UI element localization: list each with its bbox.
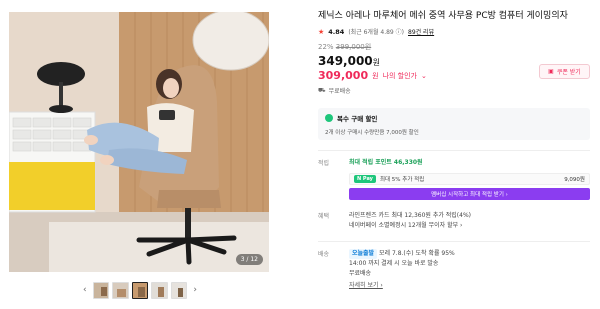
arrival-estimate: 모레 7.8.(수) 도착 확률 95% [379, 250, 455, 257]
thumbnail-2[interactable] [112, 281, 129, 299]
multi-purchase-desc: 2개 이상 구매시 수량만큼 7,000원 할인 [325, 130, 419, 136]
divider [318, 150, 590, 151]
next-thumb-arrow[interactable]: › [190, 285, 200, 295]
benefit-section: 혜택 라인프렌즈 카드 최대 12,360원 추가 적립(4%) 네이버페이 소… [318, 211, 590, 233]
today-ship-badge: 오늘출발 [349, 249, 378, 259]
npay-extra-value: 9,090원 [564, 177, 585, 183]
review-count-link[interactable]: 89건 리뷰 [408, 27, 434, 36]
points-label: 적립 [318, 160, 330, 167]
rating-meta: (최근 6개월 4.89 ⓘ) [348, 29, 404, 36]
npay-extra-bar: N Pay 최대 5% 추가 적립 9,090원 [349, 173, 590, 185]
main-product-image[interactable]: 3 / 12 [9, 12, 269, 272]
free-shipping: ⛟ 무료배송 [318, 86, 590, 96]
membership-cta-button[interactable]: 멤버십 시작하고 최대 적립 받기 › [349, 188, 590, 200]
star-icon: ★ [318, 27, 325, 36]
truck-icon: ⛟ [318, 86, 326, 94]
product-info: 제닉스 아레나 마루체어 메쉬 중역 사무용 PC방 컴퓨터 게이밍의자 ★ 4… [318, 10, 590, 95]
my-price-unit: 원 [372, 71, 379, 80]
thumbnail-5[interactable] [170, 281, 188, 299]
coupon-button[interactable]: ▣ 쿠폰 받기 [539, 64, 590, 79]
divider [318, 241, 590, 242]
card-benefit: 라인프렌즈 카드 최대 12,360원 추가 적립(4%) [349, 212, 472, 219]
npay-badge: N Pay [354, 175, 376, 183]
free-shipping-text: 무료배송 [328, 88, 351, 95]
installment-benefit-link[interactable]: 네이버페이 소멸예정시 12개월 무이자 할부 › [349, 221, 590, 231]
rating-row: ★ 4.84 (최근 6개월 4.89 ⓘ) 89건 리뷰 [318, 27, 590, 37]
image-counter: 3 / 12 [235, 254, 263, 265]
original-price: 399,000원 [335, 43, 372, 51]
sale-price-unit: 원 [372, 58, 381, 67]
benefit-label: 혜택 [318, 213, 330, 220]
prev-thumb-arrow[interactable]: ‹ [80, 285, 90, 295]
multi-purchase-title: 복수 구매 할인 [337, 115, 378, 123]
thumbnail-strip: ‹ › [80, 281, 200, 299]
thumbnail-4[interactable] [151, 281, 168, 299]
discount-icon [325, 114, 333, 122]
product-title: 제닉스 아레나 마루체어 메쉬 중역 사무용 PC방 컴퓨터 게이밍의자 [318, 11, 568, 21]
discount-rate: 22% [318, 43, 334, 51]
delivery-detail-link[interactable]: 자세히 보기 › [349, 281, 590, 291]
ship-cutoff: 14:00 까지 결제 시 오늘 바로 발송 [349, 260, 439, 267]
thumbnail-1[interactable] [92, 281, 110, 299]
coupon-icon: ▣ [548, 68, 554, 75]
coupon-label: 쿠폰 받기 [556, 69, 581, 76]
thumbnail-3[interactable] [131, 281, 149, 299]
delivery-section: 배송 오늘출발 모레 7.8.(수) 도착 확률 95% 14:00 까지 결제… [318, 249, 590, 299]
chevron-down-icon: ⌄ [421, 71, 427, 80]
chair-photo [9, 12, 269, 272]
my-price-label: 나의 할인가 [382, 71, 417, 80]
delivery-fee: 무료배송 [349, 270, 372, 277]
npay-extra-text: 최대 5% 추가 적립 [379, 177, 425, 183]
rating-score: 4.84 [328, 27, 345, 36]
points-section: 적립 최대 적립 포인트 46,330원 N Pay 최대 5% 추가 적립 9… [318, 158, 590, 204]
my-price-value: 309,000 [318, 69, 369, 82]
delivery-label: 배송 [318, 251, 330, 258]
sale-price-value: 349,000 [318, 54, 373, 68]
max-point-link[interactable]: 최대 적립 포인트 46,330원 [349, 158, 590, 168]
multi-purchase-box: 복수 구매 할인 2개 이상 구매시 수량만큼 7,000원 할인 [318, 108, 590, 140]
discount-row: 22% 399,000원 [318, 42, 590, 52]
